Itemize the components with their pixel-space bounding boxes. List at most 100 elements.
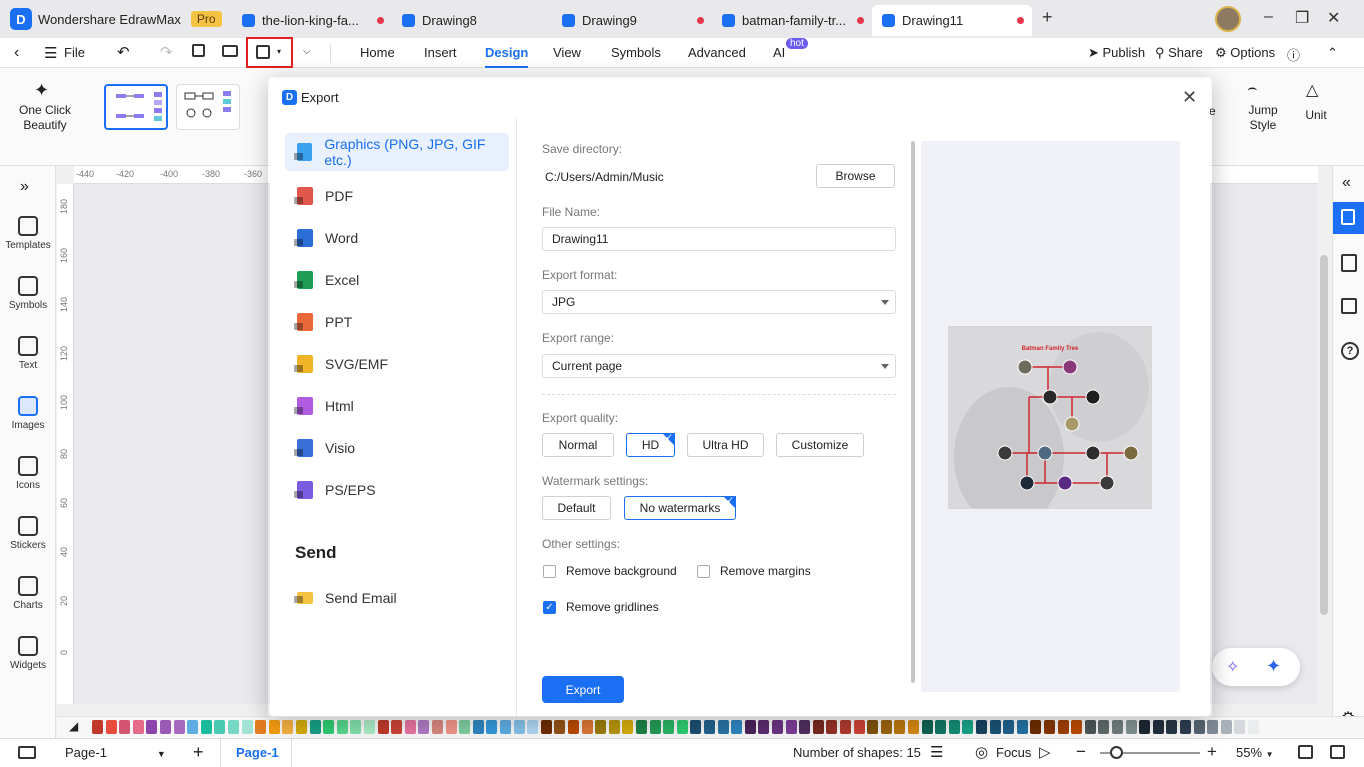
color-swatch[interactable] [92,720,103,734]
color-swatch[interactable] [1152,720,1164,734]
color-swatch[interactable] [1125,720,1137,734]
color-swatch[interactable] [527,720,539,734]
format-svg-emf[interactable]: SVG/EMF [285,345,509,383]
color-swatch[interactable] [622,720,634,734]
color-swatch[interactable] [105,720,117,734]
tab-drawing8[interactable]: Drawing8 [392,5,552,36]
back-icon[interactable]: ‹ [14,44,19,62]
menu-home[interactable]: Home [360,45,395,60]
zoom-level-select[interactable]: 55% ▼ [1236,745,1274,760]
ai-magic-icon[interactable]: ✧ [1226,657,1239,677]
quality-customize-button[interactable]: Customize [776,433,864,457]
color-swatch[interactable] [853,720,865,734]
color-swatch[interactable] [255,720,267,734]
color-swatch[interactable] [921,720,933,734]
color-swatch[interactable] [1207,720,1219,734]
color-swatch[interactable] [568,720,579,734]
sidebar-item-widgets[interactable]: Widgets [0,636,56,671]
help-icon[interactable]: ⓘ [1287,45,1300,64]
color-swatch[interactable] [418,720,430,734]
add-page-icon[interactable]: + [193,742,204,763]
tab-page-1[interactable]: Page-1 [220,739,292,767]
new-tab-plus-icon[interactable]: + [1042,7,1053,28]
sidebar-item-stickers[interactable]: Stickers [0,516,56,551]
color-swatch[interactable] [268,720,280,734]
quality-ultra-hd-button[interactable]: Ultra HD [687,433,764,457]
format-ps-eps[interactable]: PS/EPS [285,471,509,509]
close-dialog-icon[interactable]: ✕ [1182,87,1197,108]
color-swatch[interactable] [799,720,811,734]
color-swatch[interactable] [1139,720,1151,734]
color-swatch[interactable] [513,720,525,734]
minimize-icon[interactable]: – [1264,8,1273,26]
color-swatch[interactable] [1098,720,1110,734]
format-html[interactable]: Html [285,387,509,425]
color-swatch[interactable] [554,720,566,734]
color-swatch[interactable] [500,720,511,734]
quality-normal-button[interactable]: Normal [542,433,614,457]
format-visio[interactable]: Visio [285,429,509,467]
ai-sparkle-icon[interactable]: ✦ [1266,656,1281,677]
color-swatch[interactable] [744,720,756,734]
remove-background-option[interactable]: Remove background [543,564,677,578]
color-swatch[interactable] [1180,720,1191,734]
send-email-option[interactable]: Send Email [285,579,509,617]
layers-icon[interactable]: ☰ [930,743,943,761]
color-swatch[interactable] [1220,720,1232,734]
remove-gridlines-option[interactable]: ✓ Remove gridlines [543,600,659,614]
fullscreen-icon[interactable] [1330,745,1345,759]
browse-button[interactable]: Browse [816,164,895,188]
format-word[interactable]: Word [285,219,509,257]
color-swatch[interactable] [772,720,783,734]
color-swatch[interactable] [350,720,362,734]
no-watermarks-button[interactable]: No watermarks ✓ [624,496,736,520]
user-avatar[interactable] [1215,6,1241,32]
format-ppt[interactable]: PPT [285,303,509,341]
format-graphics[interactable]: Graphics (PNG, JPG, GIF etc.) [285,133,509,171]
color-swatch[interactable] [404,720,416,734]
help-circle-icon[interactable]: ? [1341,342,1359,360]
focus-icon[interactable]: ◎ [975,743,988,761]
color-swatch[interactable] [785,720,797,734]
color-swatch[interactable] [160,720,171,734]
layout-style-2[interactable] [176,84,240,130]
zoom-slider-handle[interactable] [1110,746,1123,759]
color-swatch[interactable] [459,720,471,734]
tab-the-lion-king[interactable]: the-lion-king-fa... [232,5,392,36]
layout-style-1[interactable] [104,84,168,130]
color-swatch[interactable] [282,720,294,734]
collapse-ribbon-icon[interactable]: ⌃ [1327,45,1338,61]
fill-style-button[interactable] [1333,202,1364,234]
format-excel[interactable]: Excel [285,261,509,299]
color-swatch[interactable] [867,720,879,734]
color-swatch[interactable] [676,720,688,734]
menu-advanced[interactable]: Advanced [688,45,746,60]
color-swatch[interactable] [323,720,335,734]
color-swatch[interactable] [173,720,185,734]
color-swatch[interactable] [812,720,824,734]
tab-drawing9[interactable]: Drawing9 [552,5,712,36]
sidebar-item-charts[interactable]: Charts [0,576,56,611]
color-swatch[interactable] [146,720,158,734]
export-format-select[interactable]: JPG [542,290,896,314]
remove-gridlines-checkbox[interactable]: ✓ [543,600,556,614]
color-swatch[interactable] [1003,720,1015,734]
zoom-out-icon[interactable]: − [1076,742,1086,762]
color-swatch[interactable] [132,720,144,734]
menu-symbols[interactable]: Symbols [611,45,661,60]
color-swatch[interactable] [1030,720,1042,734]
color-swatch[interactable] [1057,720,1069,734]
publish-button[interactable]: ➤ Publish [1088,45,1145,61]
color-swatch[interactable] [704,720,715,734]
color-swatch[interactable] [187,720,199,734]
color-swatch[interactable] [1193,720,1205,734]
page-layout-icon[interactable] [18,746,36,759]
color-swatch[interactable] [486,720,498,734]
fit-page-icon[interactable] [1298,745,1313,759]
color-swatch[interactable] [540,720,552,734]
menu-insert[interactable]: Insert [424,45,457,60]
color-swatch[interactable] [445,720,457,734]
sidebar-item-text[interactable]: Text [0,336,56,371]
color-swatch[interactable] [214,720,226,734]
hamburger-menu-icon[interactable]: ☰ [44,44,57,62]
